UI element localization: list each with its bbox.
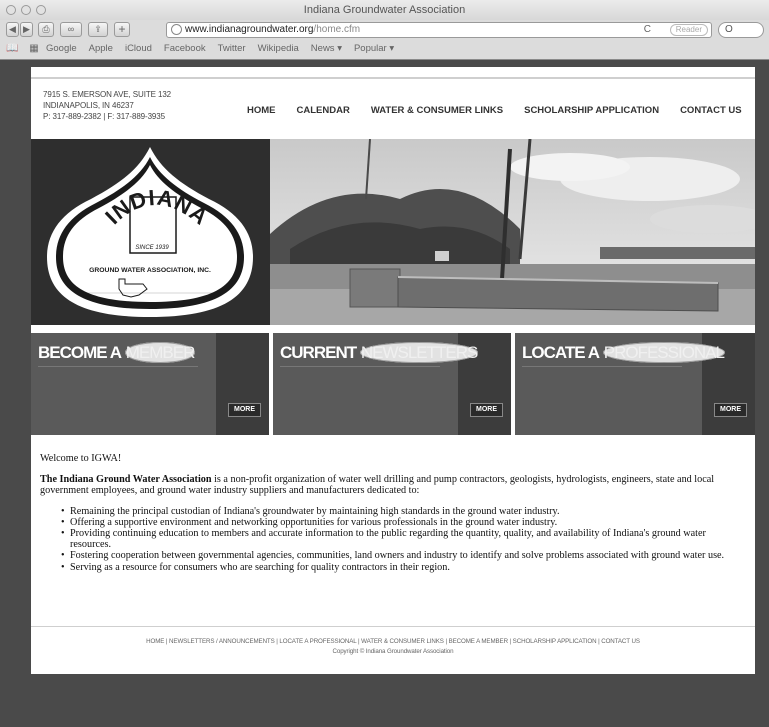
bookmark-item[interactable]: News ▾ (311, 43, 342, 54)
browser-chrome: Indiana Groundwater Association ◀ ▶ ⎙ ∞ … (0, 0, 769, 60)
hero-photo (270, 139, 755, 325)
logo-org-name: GROUND WATER ASSOCIATION, INC. (89, 267, 211, 274)
list-item: Remaining the principal custodian of Ind… (61, 506, 746, 517)
panel-title-bold: LOCATE A (522, 343, 600, 362)
list-item: Providing continuing education to member… (61, 528, 746, 550)
panel-divider (38, 366, 198, 367)
mission-list: Remaining the principal custodian of Ind… (40, 506, 746, 573)
bookmark-item[interactable]: Twitter (218, 43, 246, 54)
list-item: Offering a supportive environment and ne… (61, 517, 746, 528)
footer-rule (31, 626, 755, 627)
panel-title-bold: CURRENT (280, 343, 357, 362)
bookmark-item[interactable]: iCloud (125, 43, 152, 54)
list-item: Fostering cooperation between government… (61, 550, 746, 561)
top-rule (31, 77, 755, 79)
logo-since: SINCE 1939 (135, 245, 169, 251)
panel-accent (216, 333, 269, 435)
panel-title: BECOME A MEMBER (38, 342, 196, 363)
bookmarks-icons[interactable]: 📖 ▦ (6, 43, 43, 54)
panel-title: LOCATE A PROFESSIONAL (522, 342, 725, 363)
reload-icon[interactable]: C (644, 23, 651, 37)
footer-links[interactable]: HOME | NEWSLETTERS / ANNOUNCEMENTS | LOC… (31, 637, 755, 647)
panel-divider (280, 366, 440, 367)
url-host: www.indianagroundwater.org (185, 24, 314, 35)
bookmark-item[interactable]: Popular ▾ (354, 43, 394, 54)
share-icon[interactable]: ⇪ (88, 22, 108, 37)
locate-professional-more-button[interactable]: MORE (714, 403, 747, 417)
welcome-heading: Welcome to IGWA! (40, 453, 122, 464)
panel-current-newsletters[interactable]: CURRENT NEWSLETTERS MORE (273, 333, 511, 435)
bookmarks-bar: 📖 ▦ Google Apple iCloud Facebook Twitter Wiki… (0, 40, 769, 58)
add-bookmark-button[interactable]: + (114, 22, 130, 37)
main-content: Welcome to IGWA! The Indiana Ground Wate… (40, 453, 746, 573)
association-logo[interactable]: INDIANA SINCE 1939 GROUND WATER ASSOCIAT… (31, 139, 270, 325)
logo-emblem: INDIANA SINCE 1939 GROUND WATER ASSOCIAT… (47, 147, 253, 317)
panel-title-light: NEWSLETTERS (359, 342, 479, 363)
globe-icon (171, 24, 182, 35)
bookmark-item[interactable]: Facebook (164, 43, 206, 54)
window-title: Indiana Groundwater Association (303, 4, 466, 16)
panel-title-bold: BECOME A (38, 343, 122, 362)
landscape-photo (270, 139, 755, 325)
footer: HOME | NEWSLETTERS / ANNOUNCEMENTS | LOC… (31, 637, 755, 657)
forward-button[interactable]: ▶ (20, 22, 33, 37)
url-path: /home.cfm (313, 24, 361, 35)
bookmark-item[interactable]: Wikipedia (258, 43, 299, 54)
panel-title-light: PROFESSIONAL (602, 342, 725, 363)
nav-calendar[interactable]: CALENDAR (297, 105, 350, 116)
hero-bottom-band (31, 325, 755, 333)
panel-title: CURRENT NEWSLETTERS (280, 342, 479, 363)
intro-org-name: The Indiana Ground Water Association (40, 474, 212, 486)
list-item: Serving as a resource for consumers who … (61, 562, 746, 573)
search-field[interactable]: O (718, 22, 764, 38)
panel-title-light: MEMBER (124, 342, 196, 363)
become-member-more-button[interactable]: MORE (228, 403, 261, 417)
bookmark-item[interactable]: Apple (89, 43, 113, 54)
main-nav: HOME CALENDAR WATER & CONSUMER LINKS SCH… (247, 105, 742, 116)
address-line-2: INDIANAPOLIS, IN 46237 (43, 101, 134, 110)
nav-home[interactable]: HOME (247, 105, 276, 116)
address-line-1: 7915 S. EMERSON AVE, SUITE 132 (43, 90, 172, 99)
intro-paragraph: The Indiana Ground Water Association is … (40, 474, 746, 496)
footer-copyright: Copyright © Indiana Groundwater Associat… (332, 648, 454, 655)
title-bar: Indiana Groundwater Association (0, 0, 769, 20)
search-icon: O (725, 24, 733, 35)
nav-water-consumer-links[interactable]: WATER & CONSUMER LINKS (371, 105, 503, 116)
web-page: 7915 S. EMERSON AVE, SUITE 132 INDIANAPO… (31, 67, 755, 674)
back-button[interactable]: ◀ (6, 22, 19, 37)
bookmarks-list: Google Apple iCloud Facebook Twitter Wikipedi… (46, 43, 394, 54)
nav-scholarship-application[interactable]: SCHOLARSHIP APPLICATION (524, 105, 659, 116)
nav-contact-us[interactable]: CONTACT US (680, 105, 742, 116)
newsletters-more-button[interactable]: MORE (470, 403, 503, 417)
panel-locate-professional[interactable]: LOCATE A PROFESSIONAL MORE (515, 333, 755, 435)
panel-divider (522, 366, 682, 367)
address-bar[interactable]: www.indianagroundwater.org/home.cfm C Re… (166, 22, 712, 38)
browser-toolbar: ◀ ▶ ⎙ ∞ ⇪ + www.indianagroundwater.org/h… (0, 20, 769, 40)
contact-address: 7915 S. EMERSON AVE, SUITE 132 INDIANAPO… (43, 89, 171, 122)
print-icon[interactable]: ⎙ (38, 22, 54, 37)
bookmark-item[interactable]: Google (46, 43, 77, 54)
reading-list-icon[interactable]: ∞ (60, 22, 82, 37)
reader-button[interactable]: Reader (669, 24, 708, 36)
address-line-3: P: 317-889-2382 | F: 317-889-3935 (43, 112, 165, 121)
panel-become-member[interactable]: BECOME A MEMBER MORE (31, 333, 269, 435)
